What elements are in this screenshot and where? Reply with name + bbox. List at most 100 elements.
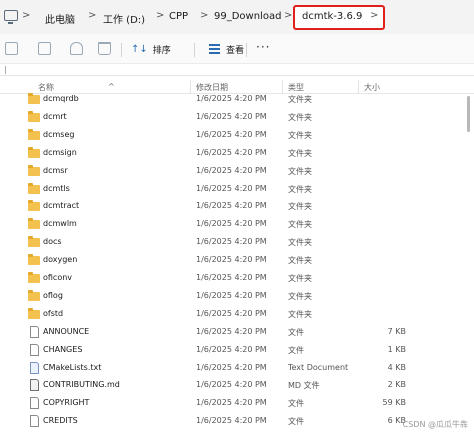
file-row[interactable]: CHANGES 1/6/2025 4:20 PM 文件 1 KB <box>0 341 474 359</box>
file-date: 1/6/2025 4:20 PM <box>196 201 267 211</box>
file-row[interactable]: oficonv 1/6/2025 4:20 PM 文件夹 <box>0 269 474 287</box>
file-name: oficonv <box>43 273 73 282</box>
rename-icon[interactable] <box>38 42 51 55</box>
file-type: 文件夹 <box>288 220 312 230</box>
file-row[interactable]: CMakeLists.txt 1/6/2025 4:20 PM Text Docum… <box>0 359 474 377</box>
file-row[interactable]: doxygen 1/6/2025 4:20 PM 文件夹 <box>0 251 474 269</box>
file-name: ANNOUNCE <box>43 326 90 336</box>
file-row[interactable]: dcmtls 1/6/2025 4:20 PM 文件夹 <box>0 180 474 198</box>
address-bar[interactable]: > 此电脑 > 工作 (D:) > CPP > 99_Download > dc… <box>0 0 474 34</box>
file-date: 1/6/2025 4:20 PM <box>196 129 267 139</box>
file-type: Text Document <box>288 362 349 372</box>
folder-icon <box>28 164 40 176</box>
file-row[interactable]: dcmseg 1/6/2025 4:20 PM 文件夹 <box>0 126 474 144</box>
file-row[interactable]: dcmqrdb 1/6/2025 4:20 PM 文件夹 <box>0 90 474 108</box>
file-icon <box>30 343 39 356</box>
breadcrumb-cpp[interactable]: CPP <box>169 11 188 22</box>
file-size: 7 KB <box>387 326 406 336</box>
file-date: 1/6/2025 4:20 PM <box>196 94 267 103</box>
folder-icon <box>28 254 40 266</box>
file-name: dcmqrdb <box>43 94 79 103</box>
view-icon <box>209 44 220 54</box>
file-icon <box>30 397 39 410</box>
chevron-right-icon[interactable]: > <box>156 10 164 21</box>
breadcrumb-99-download[interactable]: 99_Download <box>214 11 281 22</box>
more-options-button[interactable]: ··· <box>256 40 270 54</box>
file-name: dcmsign <box>43 147 77 157</box>
breadcrumb-this-pc[interactable]: 此电脑 <box>45 11 75 26</box>
copy-icon[interactable] <box>5 42 18 55</box>
file-name: ofstd <box>43 308 64 318</box>
folder-icon <box>28 307 40 319</box>
breadcrumb-current-folder[interactable]: dcmtk-3.6.9 <box>302 11 362 22</box>
file-name: dcmtract <box>43 201 80 211</box>
sort-label: 排序 <box>152 45 171 56</box>
breadcrumb-drive-d[interactable]: 工作 (D:) <box>103 11 145 26</box>
folder-icon <box>28 93 40 104</box>
sort-button[interactable]: ↑↓ 排序 <box>131 42 171 56</box>
file-type: 文件 <box>288 345 304 355</box>
file-type: MD 文件 <box>288 381 320 391</box>
vertical-scrollbar[interactable] <box>466 94 472 434</box>
file-name: oflog <box>43 290 63 300</box>
file-row[interactable]: ofstd 1/6/2025 4:20 PM 文件夹 <box>0 305 474 323</box>
file-size: 2 KB <box>387 380 406 390</box>
file-type: 文件 <box>288 417 304 427</box>
view-button[interactable]: 查看 <box>209 42 244 56</box>
folder-icon <box>28 128 40 140</box>
file-row[interactable]: dcmtract 1/6/2025 4:20 PM 文件夹 <box>0 197 474 215</box>
toolbar-separator <box>121 43 122 57</box>
chevron-right-icon[interactable]: > <box>22 10 30 21</box>
chevron-right-icon[interactable]: > <box>370 10 378 21</box>
file-type: 文件夹 <box>288 309 312 319</box>
file-type: 文件夹 <box>288 148 312 158</box>
file-type: 文件夹 <box>288 166 312 176</box>
scrollbar-thumb[interactable] <box>467 96 470 132</box>
chevron-right-icon[interactable]: > <box>88 10 96 21</box>
folder-icon <box>28 182 40 194</box>
file-date: 1/6/2025 4:20 PM <box>196 183 267 193</box>
folder-icon <box>28 218 40 230</box>
file-row[interactable]: dcmsr 1/6/2025 4:20 PM 文件夹 <box>0 162 474 180</box>
chevron-right-icon[interactable]: > <box>200 10 208 21</box>
file-row[interactable]: COPYRIGHT 1/6/2025 4:20 PM 文件 59 KB <box>0 394 474 412</box>
share-icon[interactable] <box>70 42 83 55</box>
file-type: 文件夹 <box>288 95 312 104</box>
this-pc-icon <box>4 10 18 24</box>
file-row[interactable]: docs 1/6/2025 4:20 PM 文件夹 <box>0 233 474 251</box>
file-date: 1/6/2025 4:20 PM <box>196 362 267 372</box>
file-row[interactable]: dcmrt 1/6/2025 4:20 PM 文件夹 <box>0 108 474 126</box>
file-name: CONTRIBUTING.md <box>43 380 120 390</box>
file-type: 文件夹 <box>288 274 312 283</box>
file-type: 文件夹 <box>288 202 312 212</box>
file-row[interactable]: ANNOUNCE 1/6/2025 4:20 PM 文件 7 KB <box>0 323 474 341</box>
file-type: 文件夹 <box>288 184 312 194</box>
file-date: 1/6/2025 4:20 PM <box>196 237 267 247</box>
toolbar-separator <box>194 43 195 57</box>
file-name: dcmseg <box>43 129 75 139</box>
nav-strip-marker: | <box>4 65 7 74</box>
file-name: COPYRIGHT <box>43 398 90 408</box>
file-name: CHANGES <box>43 344 83 354</box>
folder-icon <box>28 110 40 122</box>
delete-icon[interactable] <box>98 42 111 55</box>
file-name: docs <box>43 237 62 247</box>
file-row[interactable]: oflog 1/6/2025 4:20 PM 文件夹 <box>0 287 474 305</box>
file-name: doxygen <box>43 255 78 265</box>
file-date: 1/6/2025 4:20 PM <box>196 416 267 426</box>
file-size: 1 KB <box>387 344 406 354</box>
folder-icon <box>28 289 40 301</box>
file-row[interactable]: dcmsign 1/6/2025 4:20 PM 文件夹 <box>0 144 474 162</box>
file-list: dcmqrdb 1/6/2025 4:20 PM 文件夹 dcmrt 1/6/2025 … <box>0 88 474 434</box>
file-row[interactable]: CONTRIBUTING.md 1/6/2025 4:20 PM MD 文件 2 KB <box>0 376 474 394</box>
nav-strip: | <box>0 64 474 76</box>
file-size: 4 KB <box>387 362 406 372</box>
markdown-file-icon <box>30 379 39 392</box>
file-date: 1/6/2025 4:20 PM <box>196 165 267 175</box>
chevron-right-icon[interactable]: > <box>284 10 292 21</box>
file-row[interactable]: dcmwlm 1/6/2025 4:20 PM 文件夹 <box>0 215 474 233</box>
file-name: CMakeLists.txt <box>43 362 102 372</box>
file-date: 1/6/2025 4:20 PM <box>196 308 267 318</box>
view-label: 查看 <box>226 45 245 56</box>
watermark: CSDN @瓜瓜牛犇 <box>402 420 468 429</box>
